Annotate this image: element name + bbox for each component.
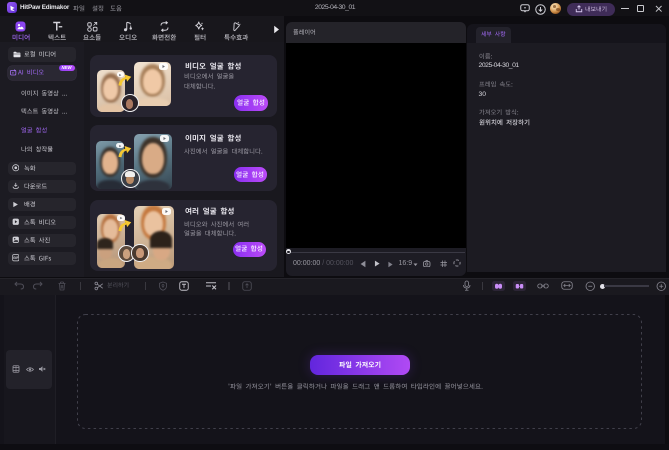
svg-text:GIF: GIF: [13, 256, 19, 260]
